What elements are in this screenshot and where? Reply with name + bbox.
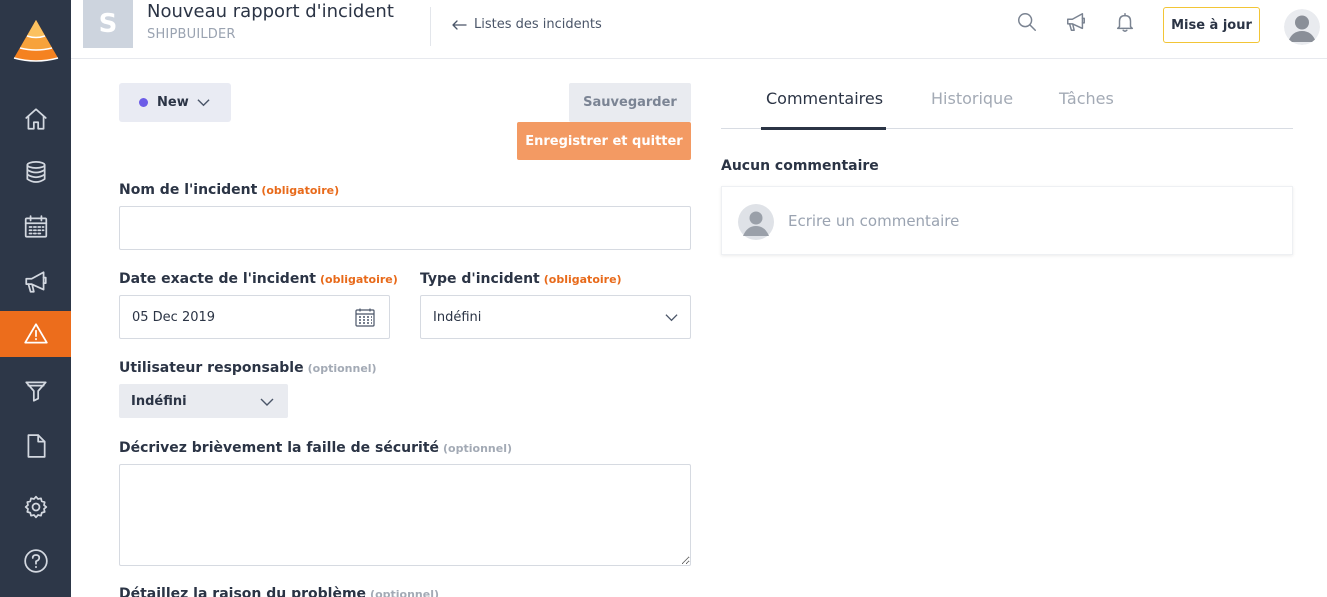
app-root: S Nouveau rapport d'incident SHIPBUILDER… bbox=[0, 0, 1327, 597]
logo-icon bbox=[13, 20, 58, 62]
incident-date-label-text: Date exacte de l'incident bbox=[119, 271, 316, 287]
user-avatar[interactable] bbox=[1284, 9, 1320, 45]
responsible-user-select[interactable]: Indéfini bbox=[119, 384, 288, 418]
problem-reason-label-text: Détaillez la raison du problème bbox=[119, 586, 367, 597]
responsible-user-value: Indéfini bbox=[131, 393, 187, 409]
calendar-icon bbox=[24, 215, 47, 238]
incident-date-label: Date exacte de l'incident (obligatoire) bbox=[119, 271, 398, 287]
sidebar-item-announcements[interactable] bbox=[0, 259, 71, 305]
chevron-down-icon bbox=[260, 398, 274, 406]
sidebar-item-help[interactable] bbox=[0, 538, 71, 584]
optional-tag: (optionnel) bbox=[307, 362, 377, 375]
incident-type-label: Type d'incident (obligatoire) bbox=[420, 271, 622, 287]
search-icon bbox=[1018, 13, 1036, 31]
problem-reason-label: Détaillez la raison du problème (optionne… bbox=[119, 586, 439, 597]
header-divider bbox=[430, 7, 431, 46]
company-avatar-tile: S bbox=[83, 0, 133, 48]
app-logo[interactable] bbox=[0, 0, 71, 80]
chevron-down-icon bbox=[197, 99, 210, 107]
company-name: SHIPBUILDER bbox=[147, 27, 236, 42]
incident-type-value: Indéfini bbox=[433, 310, 482, 325]
comment-box[interactable]: Ecrire un commentaire bbox=[721, 186, 1293, 255]
top-bar: S Nouveau rapport d'incident SHIPBUILDER… bbox=[71, 0, 1327, 59]
incident-type-label-text: Type d'incident bbox=[420, 271, 540, 287]
gear-icon bbox=[24, 495, 47, 519]
save-and-quit-button[interactable]: Enregistrer et quitter bbox=[517, 122, 691, 160]
active-tab-indicator bbox=[761, 127, 886, 130]
responsible-user-label: Utilisateur responsable (optionnel) bbox=[119, 360, 377, 376]
page-title: Nouveau rapport d'incident bbox=[147, 1, 394, 22]
calendar-icon[interactable] bbox=[355, 308, 375, 327]
sidebar-item-calendar[interactable] bbox=[0, 204, 71, 250]
panel-tabs: Commentaires Historique Tâches bbox=[721, 84, 1293, 130]
tab-tasks[interactable]: Tâches bbox=[1059, 89, 1114, 108]
responsible-user-label-text: Utilisateur responsable bbox=[119, 360, 304, 376]
optional-tag: (optionnel) bbox=[443, 442, 512, 455]
warning-icon bbox=[23, 323, 48, 344]
tab-history[interactable]: Historique bbox=[931, 89, 1013, 108]
search-button[interactable] bbox=[1016, 11, 1040, 35]
required-tag: (obligatoire) bbox=[261, 184, 340, 197]
status-dropdown[interactable]: New bbox=[119, 83, 231, 122]
sidebar-item-documents[interactable] bbox=[0, 423, 71, 469]
required-tag: (obligatoire) bbox=[543, 273, 622, 286]
back-to-incidents-link[interactable]: Listes des incidents bbox=[452, 17, 602, 32]
incident-name-input[interactable] bbox=[119, 206, 691, 250]
save-button[interactable]: Sauvegarder bbox=[569, 83, 691, 122]
status-label: New bbox=[157, 95, 189, 110]
announcements-button[interactable] bbox=[1065, 11, 1089, 35]
megaphone-icon bbox=[1067, 13, 1085, 31]
document-icon bbox=[27, 434, 46, 458]
security-flaw-label-text: Décrivez brièvement la faille de sécurit… bbox=[119, 440, 440, 456]
incident-date-value: 05 Dec 2019 bbox=[132, 310, 216, 325]
update-button[interactable]: Mise à jour bbox=[1163, 7, 1260, 43]
incident-name-label-text: Nom de l'incident bbox=[119, 182, 258, 198]
security-flaw-label: Décrivez brièvement la faille de sécurit… bbox=[119, 440, 512, 456]
security-flaw-textarea[interactable] bbox=[119, 464, 691, 566]
arrow-left-icon bbox=[452, 19, 467, 30]
bell-icon bbox=[1116, 13, 1134, 32]
incident-date-field[interactable]: 05 Dec 2019 bbox=[119, 295, 390, 339]
notifications-button[interactable] bbox=[1114, 11, 1138, 35]
sidebar bbox=[0, 0, 71, 597]
home-icon bbox=[24, 108, 47, 130]
megaphone-icon bbox=[24, 271, 47, 293]
filter-icon bbox=[24, 381, 47, 402]
sidebar-item-filter[interactable] bbox=[0, 368, 71, 414]
sidebar-item-incidents[interactable] bbox=[0, 311, 71, 357]
back-link-label: Listes des incidents bbox=[474, 17, 602, 32]
sidebar-item-settings[interactable] bbox=[0, 484, 71, 530]
optional-tag: (optionnel) bbox=[370, 588, 440, 597]
sidebar-item-home[interactable] bbox=[0, 96, 71, 142]
comment-input-placeholder[interactable]: Ecrire un commentaire bbox=[788, 212, 959, 230]
required-tag: (obligatoire) bbox=[319, 273, 398, 286]
database-icon bbox=[25, 161, 46, 183]
commenter-avatar-icon bbox=[738, 204, 774, 240]
no-comments-text: Aucun commentaire bbox=[721, 158, 879, 174]
sidebar-item-database[interactable] bbox=[0, 149, 71, 195]
incident-name-label: Nom de l'incident (obligatoire) bbox=[119, 182, 339, 198]
user-avatar-icon bbox=[1284, 9, 1320, 45]
help-icon bbox=[23, 549, 48, 573]
incident-type-select[interactable]: Indéfini bbox=[420, 295, 691, 339]
status-dot bbox=[139, 98, 148, 107]
tab-comments[interactable]: Commentaires bbox=[766, 89, 883, 108]
chevron-down-icon bbox=[665, 314, 678, 322]
